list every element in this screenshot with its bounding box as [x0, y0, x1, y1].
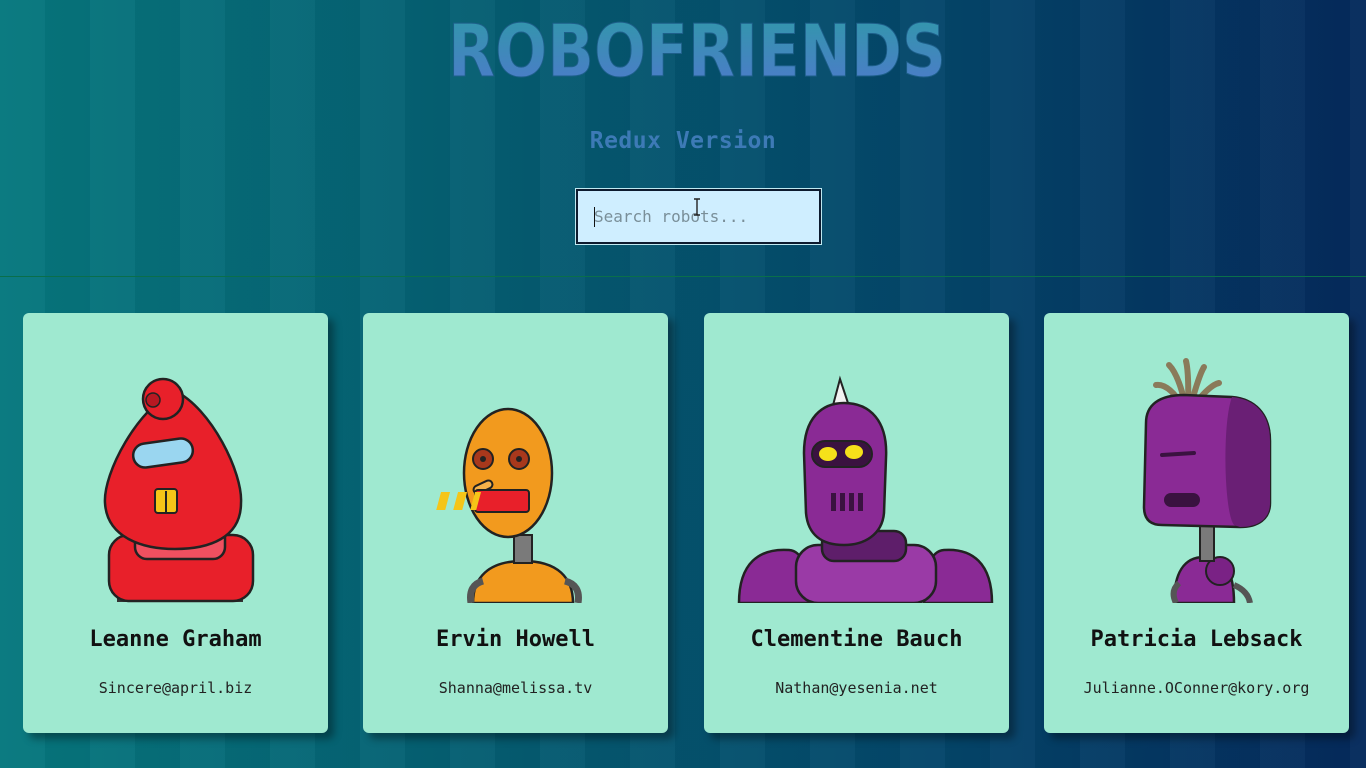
orange-robot-avatar	[436, 407, 582, 603]
robot-card[interactable]: Leanne Graham Sincere@april.biz	[23, 313, 328, 733]
purple-horned-robot-avatar	[737, 375, 994, 603]
purple-boxhead-robot-avatar	[1142, 358, 1272, 603]
robot-name: Patricia Lebsack	[1090, 627, 1303, 652]
robot-email: Nathan@yesenia.net	[775, 679, 938, 697]
page-header: ROBOFRIENDS Redux Version	[0, 0, 1366, 277]
red-robot-avatar	[103, 377, 255, 603]
robot-email: Sincere@april.biz	[98, 679, 253, 697]
robot-name: Clementine Bauch	[750, 627, 963, 652]
robot-card[interactable]: Clementine Bauch Nathan@yesenia.net	[704, 313, 1009, 733]
subtitle: Redux Version	[589, 128, 777, 154]
text-caret	[594, 207, 595, 227]
robot-email: Shanna@melissa.tv	[438, 679, 593, 697]
svg-text:ROBOFRIENDS: ROBOFRIENDS	[448, 12, 946, 82]
robofriends-logo: ROBOFRIENDS	[448, 12, 947, 82]
robot-card[interactable]: Patricia Lebsack Julianne.OConner@kory.o…	[1044, 313, 1349, 733]
robot-name: Ervin Howell	[436, 627, 595, 652]
robot-name: Leanne Graham	[89, 627, 262, 652]
robot-email: Julianne.OConner@kory.org	[1083, 679, 1310, 697]
text-cursor-icon	[694, 198, 700, 216]
robot-card[interactable]: Ervin Howell Shanna@melissa.tv	[363, 313, 668, 733]
